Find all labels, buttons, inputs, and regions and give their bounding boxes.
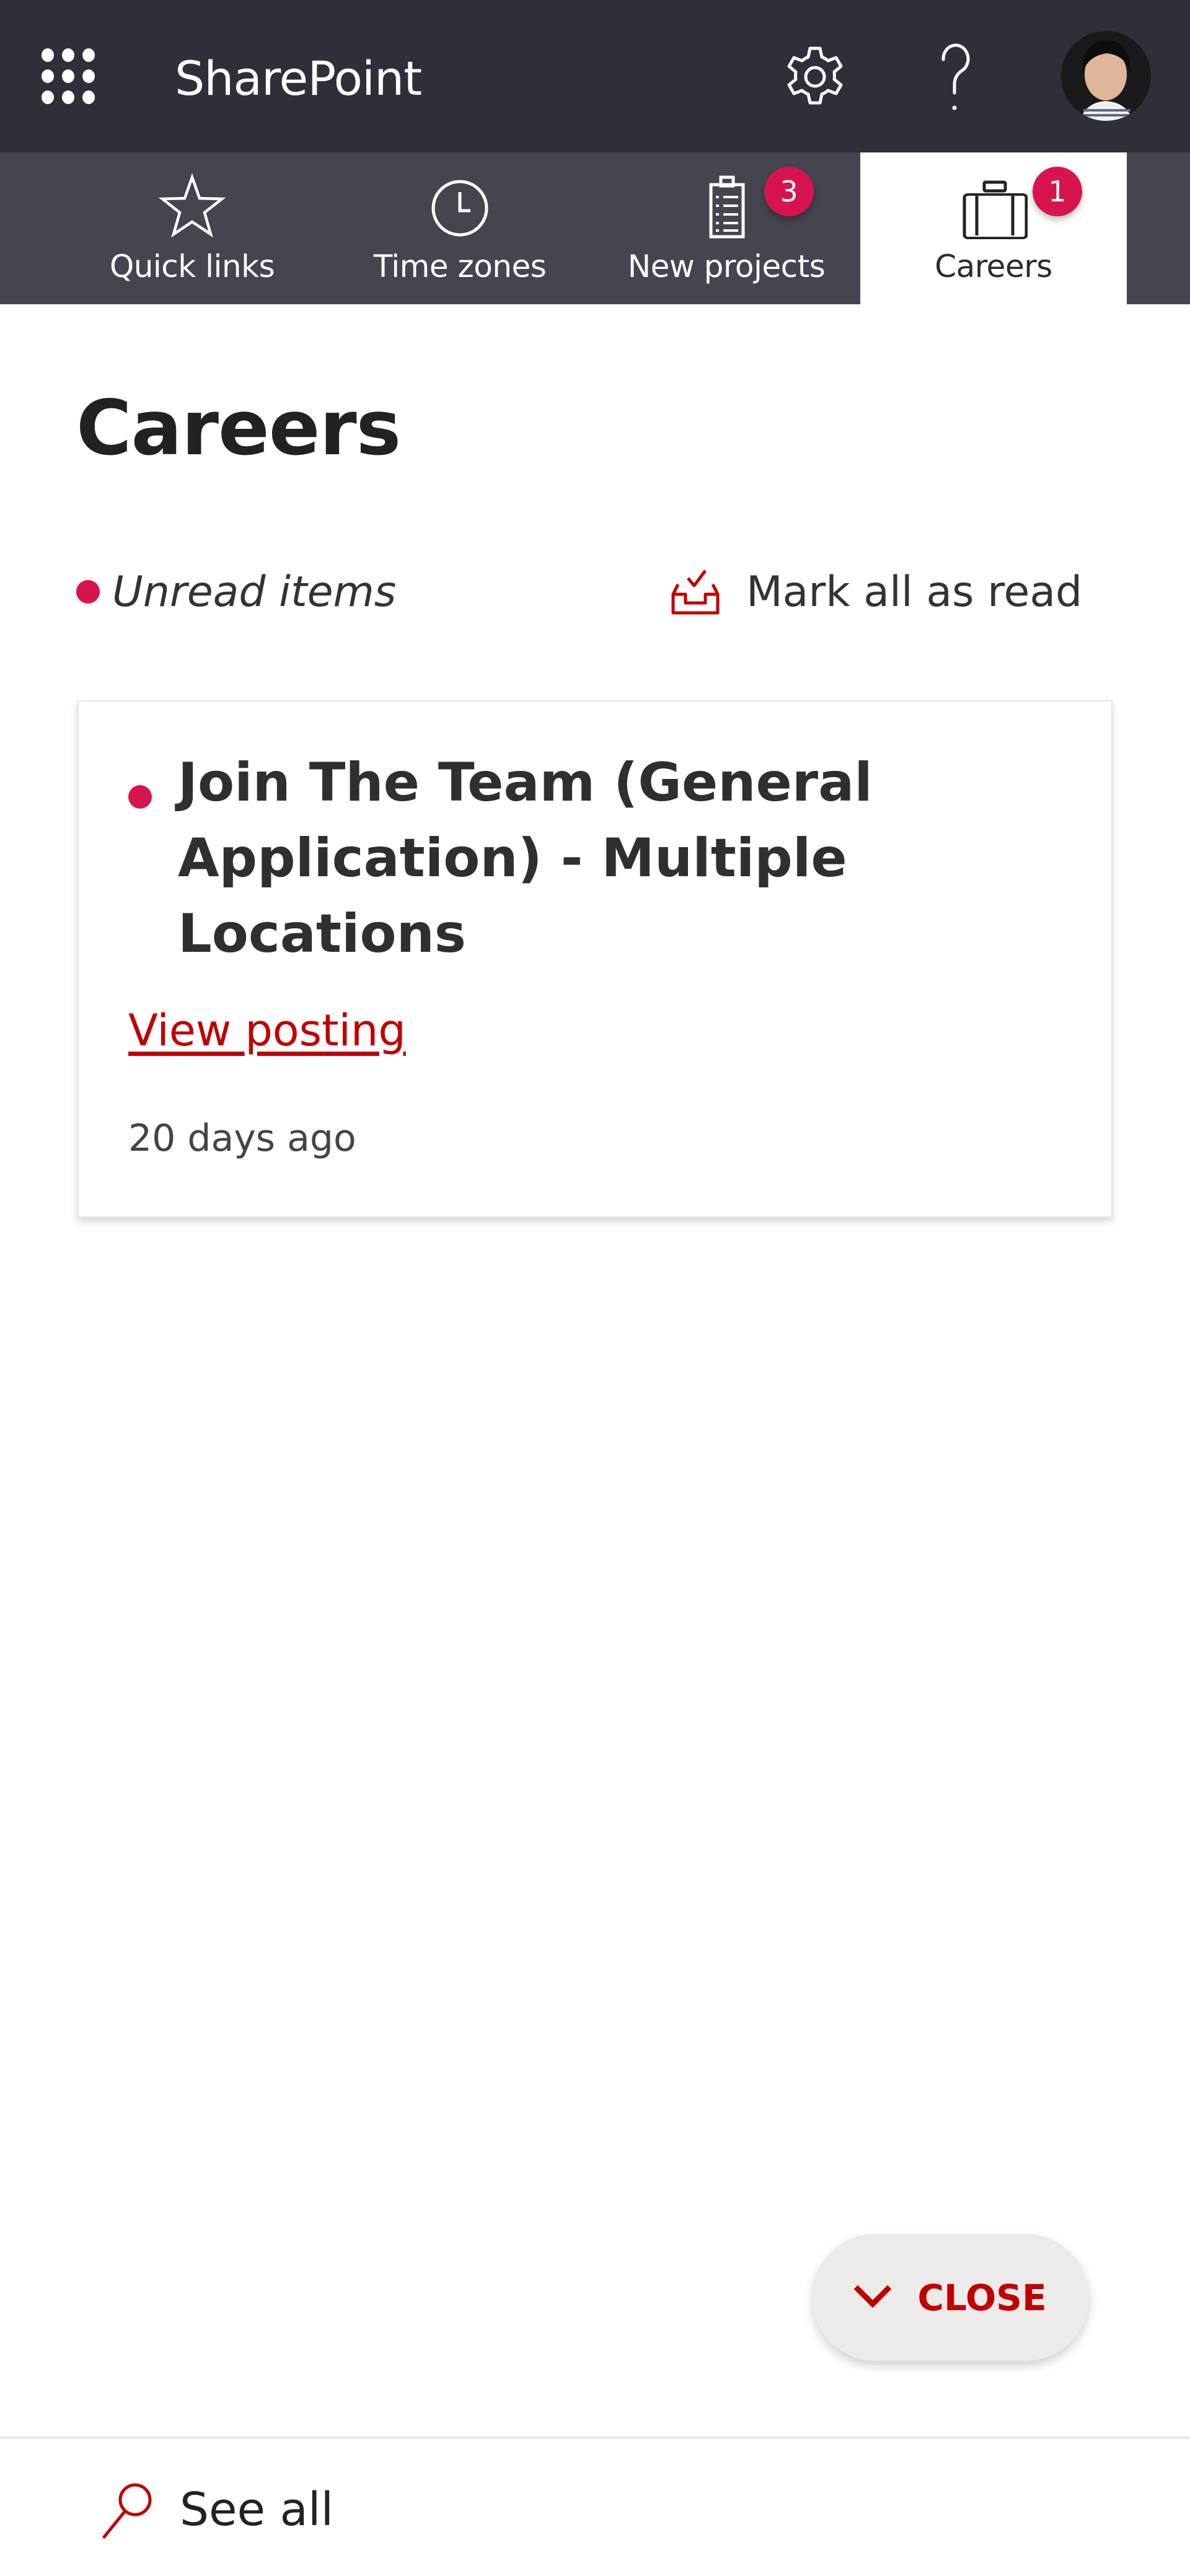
see-all-button[interactable]: See all [99, 2473, 333, 2547]
clipboard-icon [709, 175, 745, 239]
app-title: SharePoint [175, 51, 422, 106]
tab-bar: Quick links Time zones 3 New projects 1 … [0, 152, 1190, 304]
help-button[interactable] [917, 36, 992, 116]
page-title: Careers [76, 384, 401, 472]
unread-legend: Unread items [76, 561, 396, 623]
tab-label: Time zones [373, 248, 547, 284]
avatar-image [1061, 31, 1151, 121]
top-header: SharePoint [0, 0, 1190, 152]
mark-all-read-button[interactable]: Mark all as read [669, 561, 1082, 623]
inbox-check-icon [671, 569, 720, 615]
tab-label: Careers [935, 248, 1052, 284]
app-launcher-button[interactable] [37, 45, 99, 107]
tab-time-zones[interactable]: Time zones [327, 152, 593, 304]
clock-icon [431, 180, 488, 237]
tab-quick-links[interactable]: Quick links [59, 152, 325, 304]
card-title: Join The Team (General Application) - Mu… [178, 752, 873, 965]
unread-dot-icon [76, 580, 100, 604]
new-projects-badge: 3 [764, 167, 814, 216]
user-avatar[interactable] [1061, 31, 1151, 121]
star-icon [158, 173, 226, 238]
waffle-dot [41, 48, 54, 62]
waffle-dot [41, 69, 54, 83]
close-button[interactable]: CLOSE [812, 2234, 1089, 2361]
careers-badge: 1 [1033, 167, 1082, 216]
waffle-dot [61, 69, 74, 83]
waffle-dot [82, 48, 95, 62]
close-label: CLOSE [917, 2276, 1047, 2319]
footer-divider [0, 2437, 1190, 2439]
waffle-dot [82, 90, 95, 104]
unread-label: Unread items [112, 567, 397, 617]
mark-all-read-label: Mark all as read [746, 567, 1083, 617]
waffle-dot [61, 48, 74, 62]
card-timestamp: 20 days ago [128, 1117, 356, 1160]
unread-dot-icon [128, 785, 152, 809]
tab-careers[interactable]: 1 Careers [860, 152, 1127, 304]
tab-label: New projects [627, 248, 826, 284]
view-posting-link[interactable]: View posting [128, 1005, 406, 1056]
briefcase-icon [963, 180, 1028, 240]
chevron-down-icon [854, 2285, 892, 2308]
waffle-dot [41, 90, 54, 104]
tab-new-projects[interactable]: 3 New projects [593, 152, 860, 304]
tab-label: Quick links [109, 248, 275, 284]
waffle-dot [61, 90, 74, 104]
gear-icon [787, 46, 843, 105]
see-all-label: See all [180, 2483, 334, 2536]
career-card: Join The Team (General Application) - Mu… [77, 700, 1113, 1218]
search-icon [102, 2483, 152, 2539]
waffle-dot [82, 69, 95, 83]
settings-button[interactable] [778, 36, 852, 116]
question-icon [941, 43, 970, 110]
